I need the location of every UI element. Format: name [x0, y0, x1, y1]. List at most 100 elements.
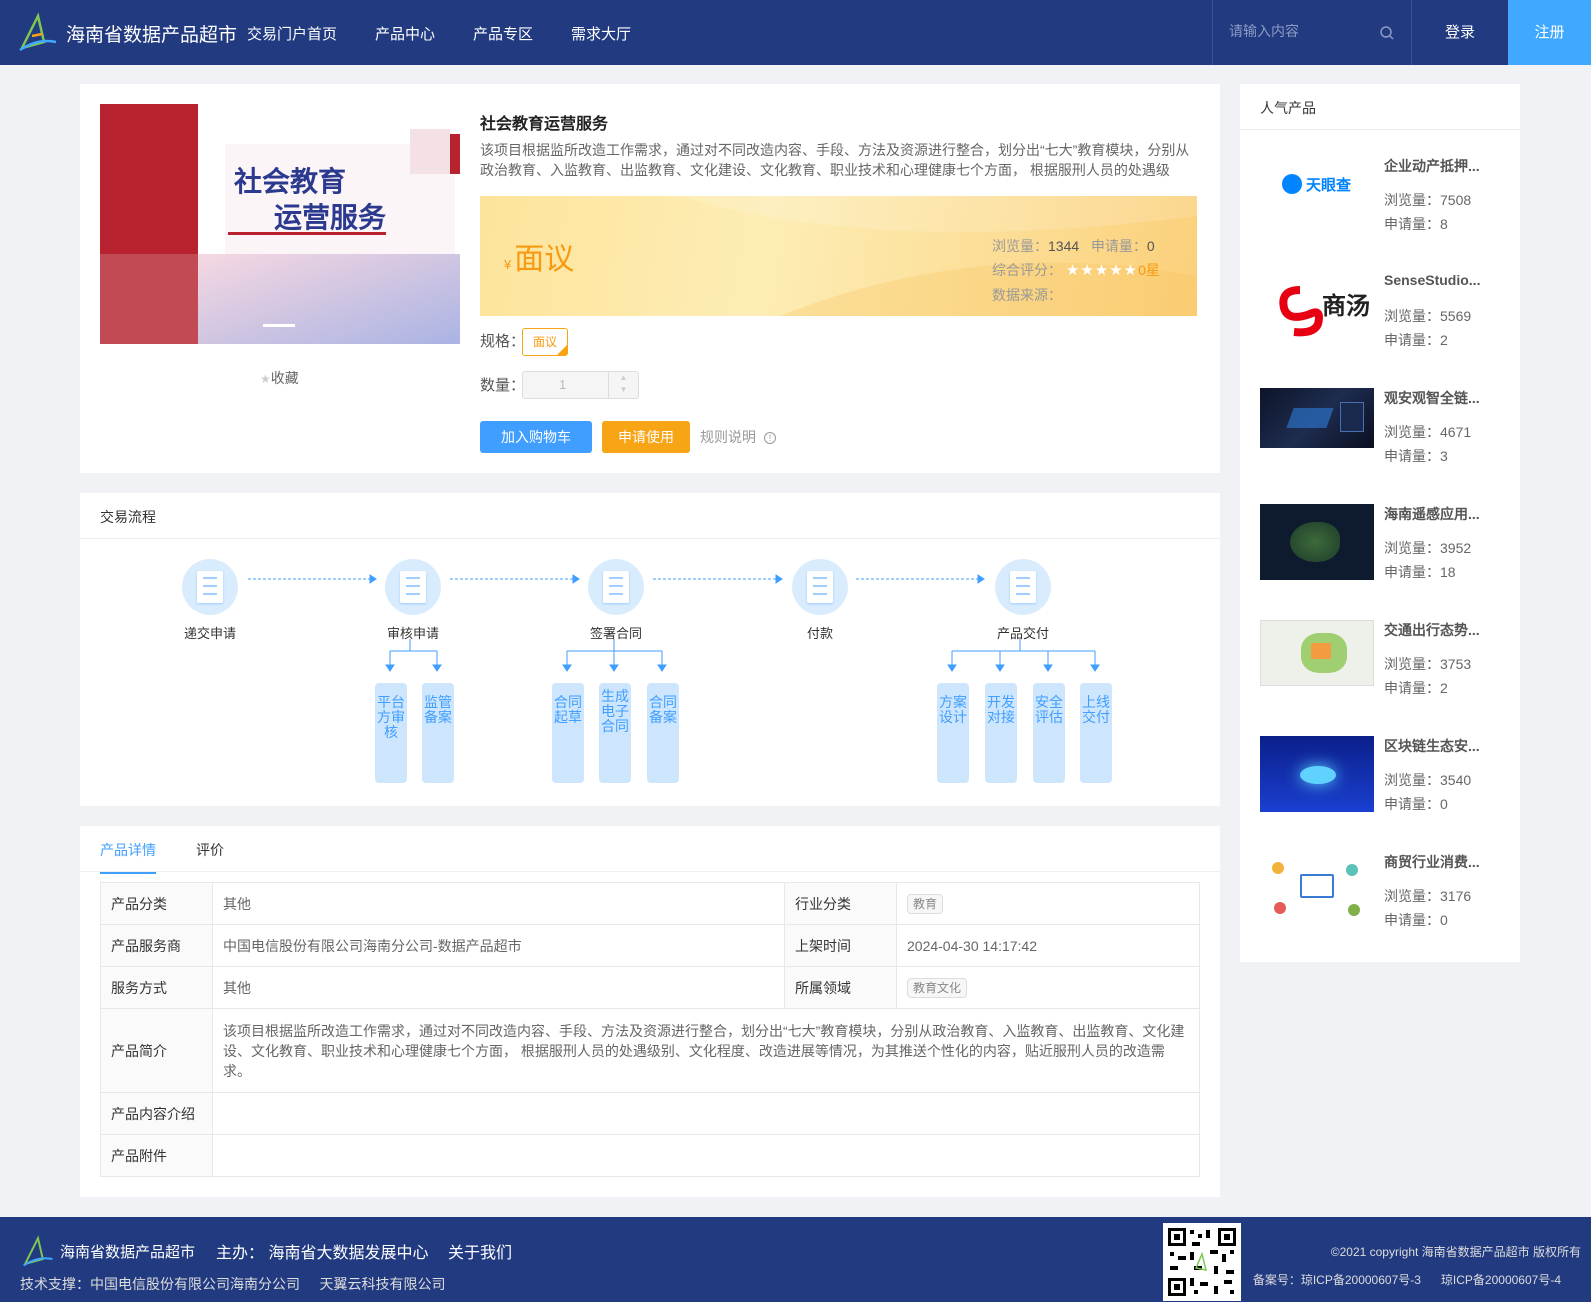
popular-item-stats: 浏览量：4671 申请量：3: [1384, 424, 1472, 464]
footer-logo: [23, 1235, 53, 1267]
popular-item-name: 区块链生态安...: [1384, 738, 1480, 754]
popular-item-stats: 浏览量：7508 申请量：8: [1384, 192, 1472, 232]
rules-link[interactable]: 规则说明!: [700, 427, 776, 447]
product-title: 社会教育运营服务: [480, 116, 609, 133]
popular-item-stats: 浏览量：3176 申请量：0: [1384, 888, 1472, 928]
details-tabs: 产品详情 评价: [80, 826, 1220, 874]
site-logo[interactable]: [18, 12, 58, 52]
listed-key: 上架时间: [784, 924, 897, 967]
search-icon[interactable]: [1379, 25, 1395, 41]
intro-key: 产品简介: [100, 1008, 213, 1093]
favorite-label: 收藏: [270, 370, 299, 386]
nav-demand-hall[interactable]: 需求大厅: [571, 23, 631, 44]
popular-item[interactable]: 交通出行态势... 浏览量：3753 申请量：2: [1260, 620, 1500, 720]
icp-record-2[interactable]: 琼ICP备20000607号-4: [1441, 1273, 1561, 1287]
category-key: 产品分类: [100, 882, 213, 925]
search-box: [1212, 0, 1412, 65]
quantity-label: 数量：: [480, 377, 526, 394]
listed-value: 2024-04-30 14:17:42: [896, 924, 1200, 967]
site-title[interactable]: 海南省数据产品超市: [66, 20, 237, 47]
table-row: 产品分类 其他 行业分类 教育: [100, 882, 1200, 925]
popular-item[interactable]: 观安观智全链... 浏览量：4671 申请量：3: [1260, 388, 1500, 488]
icp-record-1[interactable]: 备案号：琼ICP备20000607号-3: [1253, 1273, 1421, 1287]
flow-step-label: 签署合同: [589, 626, 642, 641]
search-input[interactable]: [1229, 23, 1379, 39]
sensetime-mark: [1279, 286, 1323, 337]
add-to-cart-button[interactable]: 加入购物车: [480, 421, 592, 453]
nav-product-zone[interactable]: 产品专区: [473, 23, 533, 44]
popular-item[interactable]: 商汤 SenseStudio... 浏览量：5569 申请量：2: [1260, 272, 1500, 372]
submit-doc-icon: [182, 559, 238, 615]
register-button[interactable]: 注册: [1508, 0, 1591, 65]
popular-item[interactable]: 天眼查 企业动产抵押... 浏览量：7508 申请量：8: [1260, 156, 1500, 256]
table-row: 产品简介 该项目根据监所改造工作需求，通过对不同改造内容、手段、方法及资源进行整…: [100, 1008, 1200, 1093]
flow-step-submit: 递交申请: [160, 559, 260, 642]
popular-item-name: SenseStudio...: [1384, 272, 1481, 288]
flow-step-label: 产品交付: [996, 626, 1049, 641]
product-stats: 浏览量：1344 申请量：0 综合评分： ★★★★★0星 数据来源：: [992, 234, 1160, 307]
applies-label: 申请量：: [1090, 238, 1147, 254]
favorite-button[interactable]: ★收藏: [260, 368, 299, 388]
popular-item-stats: 浏览量：3753 申请量：2: [1384, 656, 1472, 696]
flow-title: 交易流程: [80, 493, 1220, 539]
about-us-link[interactable]: 关于我们: [448, 1239, 512, 1263]
intro-value: 该项目根据监所改造工作需求，通过对不同改造内容、手段、方法及资源进行整合，划分出…: [212, 1008, 1200, 1093]
popular-item-stats: 浏览量：3540 申请量：0: [1384, 772, 1472, 812]
table-row: 产品内容介绍: [100, 1092, 1200, 1135]
popular-item[interactable]: 商贸行业消费... 浏览量：3176 申请量：0: [1260, 852, 1500, 952]
flow-step-label: 递交申请: [183, 626, 236, 641]
substep-go-live: 上线交付: [1080, 683, 1112, 783]
price-value: 面议: [514, 243, 575, 276]
substep-platform-review: 平台方审核: [375, 683, 407, 783]
popular-item[interactable]: 海南遥感应用... 浏览量：3952 申请量：18: [1260, 504, 1500, 604]
source-label: 数据来源：: [992, 287, 1062, 303]
popular-item[interactable]: 区块链生态安... 浏览量：3540 申请量：0: [1260, 736, 1500, 836]
nav-product-center[interactable]: 产品中心: [375, 23, 435, 44]
delivery-list-icon: [995, 559, 1051, 615]
currency-symbol: ¥: [504, 257, 512, 272]
stepper-arrows-icon[interactable]: ▲ ▼: [608, 372, 638, 398]
site-footer: 海南省数据产品超市 主办： 海南省大数据发展中心 关于我们 技术支撑：中国电信股…: [0, 1217, 1591, 1302]
provider-key: 产品服务商: [100, 924, 213, 967]
tab-reviews[interactable]: 评价: [196, 840, 224, 860]
popular-item-name: 海南遥感应用...: [1384, 506, 1480, 522]
attachment-key: 产品附件: [100, 1134, 213, 1177]
popular-item-name: 交通出行态势...: [1384, 622, 1480, 638]
product-image-carousel[interactable]: 社会教育 运营服务: [100, 104, 460, 344]
qr-code: [1163, 1223, 1241, 1301]
industry-tag: 教育: [907, 893, 944, 914]
tab-product-details[interactable]: 产品详情: [100, 840, 156, 874]
footer-tech-support: 技术支撑：中国电信股份有限公司海南分公司 天翼云科技有限公司: [20, 1276, 446, 1292]
tianyancha-logo: 天眼查: [1260, 156, 1374, 232]
substep-security-assessment: 安全评估: [1033, 683, 1065, 783]
apply-use-button[interactable]: 申请使用: [602, 421, 690, 453]
domain-key: 所属领域: [784, 966, 897, 1009]
nav-home[interactable]: 交易门户首页: [247, 23, 337, 44]
contract-sign-icon: [588, 559, 644, 615]
payment-icon: [792, 559, 848, 615]
table-row: 产品附件: [100, 1134, 1200, 1177]
flow-step-delivery: 产品交付: [973, 559, 1073, 642]
service-key: 服务方式: [100, 966, 213, 1009]
blockchain-thumbnail: [1260, 736, 1374, 812]
hainan-map-thumbnail: [1260, 504, 1374, 580]
table-row: 服务方式 其他 所属领域 教育文化: [100, 966, 1200, 1009]
quantity-stepper[interactable]: 1 ▲ ▼: [522, 371, 639, 399]
guanan-thumbnail: [1260, 388, 1374, 448]
industry-cell: 教育: [896, 882, 1200, 925]
popular-item-name: 企业动产抵押...: [1384, 158, 1480, 174]
popular-products: 人气产品 天眼查 企业动产抵押... 浏览量：7508 申请量：8 商汤 Sens…: [1240, 84, 1520, 962]
details-card: 产品详情 评价 产品分类 其他 行业分类 教育 产品服务商 中国电信股份有限公司…: [80, 826, 1220, 1197]
service-value: 其他: [212, 966, 785, 1009]
flow-step-label: 审核申请: [386, 626, 439, 641]
provider-value: 中国电信股份有限公司海南分公司-数据产品超市: [212, 924, 785, 967]
domain-cell: 教育文化: [896, 966, 1200, 1009]
trade-flow-card: 交易流程 递交申请 审核申请 签署合同 付款 产品交付 平台方审核 监管备案 合…: [80, 493, 1220, 806]
login-button[interactable]: 登录: [1412, 0, 1508, 65]
content-key: 产品内容介绍: [100, 1092, 213, 1135]
flow-step-payment: 付款: [770, 559, 870, 642]
rating-label: 综合评分：: [992, 262, 1062, 278]
rating-value: 0星: [1138, 262, 1160, 278]
popular-item-stats: 浏览量：3952 申请量：18: [1384, 540, 1472, 580]
spec-option[interactable]: 面议: [522, 328, 568, 356]
